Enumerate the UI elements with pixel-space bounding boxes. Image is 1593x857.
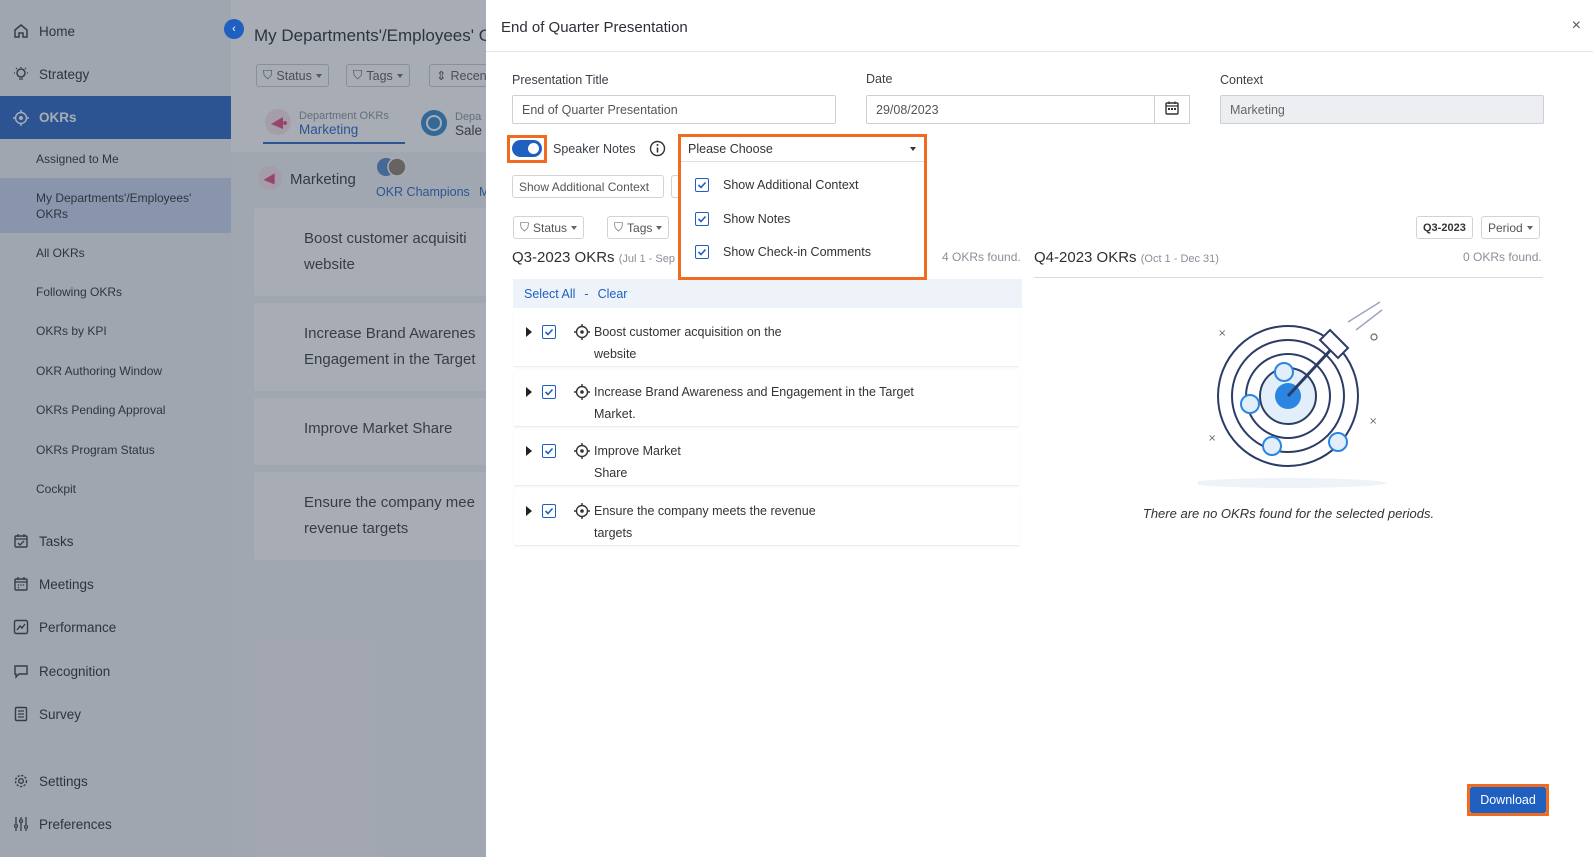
tags-filter-button[interactable]: ⛉ Tags xyxy=(607,216,670,239)
dropdown-selected-label: Please Choose xyxy=(688,142,773,156)
okr-checkbox[interactable] xyxy=(542,325,556,339)
show-additional-context-button[interactable]: Show Additional Context xyxy=(512,175,664,198)
list-item[interactable]: Improve Market Share xyxy=(514,429,1019,486)
check-icon xyxy=(544,328,554,336)
clear-link[interactable]: Clear xyxy=(598,287,628,301)
presentation-title-input[interactable]: End of Quarter Presentation xyxy=(512,95,836,124)
q3-count: 4 OKRs found. xyxy=(942,250,1021,264)
q3-title: Q3-2023 OKRs xyxy=(512,249,615,266)
q4-range: (Oct 1 - Dec 31) xyxy=(1140,253,1219,265)
option-label: Show Notes xyxy=(723,212,791,226)
speaker-notes-dropdown[interactable]: Please Choose Show Additional Context Sh… xyxy=(681,137,924,277)
caret-down-icon xyxy=(656,225,663,230)
presentation-title-value: End of Quarter Presentation xyxy=(522,102,678,117)
separator: - xyxy=(584,286,589,301)
sidebar-collapse-button[interactable]: ‹ xyxy=(224,19,244,39)
list-item[interactable]: Increase Brand Awareness and Engagement … xyxy=(514,370,1019,427)
calendar-icon xyxy=(1164,101,1179,118)
close-icon[interactable]: × xyxy=(1572,17,1581,35)
caret-right-icon[interactable] xyxy=(526,327,532,337)
download-button[interactable]: Download xyxy=(1470,787,1546,813)
filter-icon: ⛉ xyxy=(520,220,530,234)
dropdown-option-notes[interactable]: Show Notes xyxy=(695,212,790,226)
period-badge-label: Q3-2023 xyxy=(1423,221,1466,234)
option-checkbox[interactable] xyxy=(695,245,709,259)
okr-text: Boost customer acquisition on the websit… xyxy=(594,325,782,361)
svg-text:×: × xyxy=(1208,433,1216,444)
q4-count: 0 OKRs found. xyxy=(1463,250,1542,264)
caret-right-icon[interactable] xyxy=(526,387,532,397)
check-icon xyxy=(544,388,554,396)
panel-title: End of Quarter Presentation xyxy=(501,19,688,36)
filter-icon: ⛉ xyxy=(614,220,624,234)
okr-checkbox[interactable] xyxy=(542,504,556,518)
svg-text:×: × xyxy=(1369,416,1377,427)
q4-section-title: Q4-2023 OKRs (Oct 1 - Dec 31) xyxy=(1034,249,1219,266)
dropdown-selected[interactable]: Please Choose xyxy=(681,137,924,162)
q3-range: (Jul 1 - Sep xyxy=(618,253,675,265)
check-icon xyxy=(697,248,707,256)
svg-text:×: × xyxy=(1218,328,1226,339)
info-icon[interactable] xyxy=(649,140,666,160)
date-picker-button[interactable] xyxy=(1154,95,1190,124)
q4-title: Q4-2023 OKRs xyxy=(1034,249,1137,266)
period-badge[interactable]: Q3-2023 xyxy=(1416,216,1473,239)
speaker-notes-label: Speaker Notes xyxy=(553,142,636,156)
select-bar: Select All - Clear xyxy=(513,279,1022,308)
target-icon xyxy=(574,324,590,343)
dropdown-option-additional-context[interactable]: Show Additional Context xyxy=(695,178,859,192)
period-select[interactable]: Period xyxy=(1481,216,1540,239)
okr-text: Improve Market Share xyxy=(594,444,681,480)
list-item[interactable]: Boost customer acquisition on the websit… xyxy=(514,310,1019,367)
list-item[interactable]: Ensure the company meets the revenue tar… xyxy=(514,489,1019,546)
context-value: Marketing xyxy=(1230,102,1285,117)
empty-target-illustration: × × × xyxy=(1190,300,1388,493)
okr-checkbox[interactable] xyxy=(542,385,556,399)
target-icon xyxy=(574,384,590,403)
dropdown-option-checkin-comments[interactable]: Show Check-in Comments xyxy=(695,245,871,259)
presentation-title-label: Presentation Title xyxy=(512,73,609,87)
check-icon xyxy=(697,181,707,189)
date-input[interactable]: 29/08/2023 xyxy=(866,95,1155,124)
target-icon xyxy=(574,503,590,522)
panel-divider xyxy=(486,51,1593,52)
check-icon xyxy=(544,507,554,515)
caret-down-icon xyxy=(1526,225,1533,230)
option-label: Show Check-in Comments xyxy=(723,245,871,259)
caret-right-icon[interactable] xyxy=(526,446,532,456)
okr-checkbox[interactable] xyxy=(542,444,556,458)
q3-section-title: Q3-2023 OKRs (Jul 1 - Sep xyxy=(512,249,675,266)
caret-down-icon xyxy=(910,147,916,151)
period-select-label: Period xyxy=(1488,220,1523,235)
empty-message: There are no OKRs found for the selected… xyxy=(1142,506,1435,521)
okr-text: Increase Brand Awareness and Engagement … xyxy=(594,385,914,421)
status-filter-label: Status xyxy=(533,220,568,235)
okr-text: Ensure the company meets the revenue tar… xyxy=(594,504,816,540)
date-label: Date xyxy=(866,72,893,86)
select-all-link[interactable]: Select All xyxy=(524,287,575,301)
option-checkbox[interactable] xyxy=(695,212,709,226)
option-checkbox[interactable] xyxy=(695,178,709,192)
check-icon xyxy=(544,447,554,455)
caret-down-icon xyxy=(571,225,578,230)
caret-right-icon[interactable] xyxy=(526,506,532,516)
show-additional-context-label: Show Additional Context xyxy=(519,179,650,194)
tags-filter-label: Tags xyxy=(627,220,653,235)
speaker-notes-toggle[interactable] xyxy=(512,140,542,157)
context-label: Context xyxy=(1220,73,1264,87)
chevron-left-icon: ‹ xyxy=(232,23,236,35)
check-icon xyxy=(697,215,707,223)
context-input: Marketing xyxy=(1220,95,1544,124)
date-value: 29/08/2023 xyxy=(876,102,939,117)
status-filter-button[interactable]: ⛉ Status xyxy=(513,216,585,239)
q4-divider xyxy=(1034,277,1543,278)
option-label: Show Additional Context xyxy=(723,178,859,192)
target-icon xyxy=(574,443,590,462)
